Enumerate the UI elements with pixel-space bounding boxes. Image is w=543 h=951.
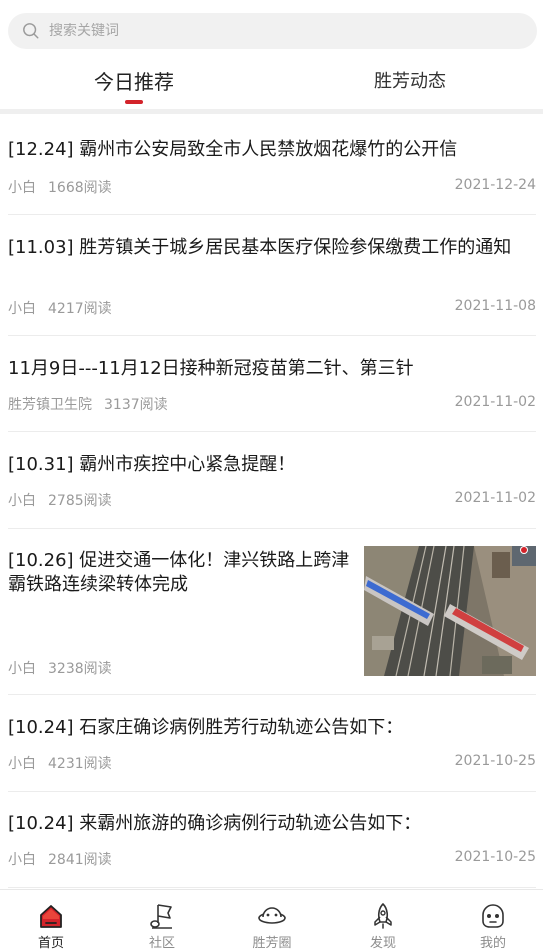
article-date: 2021-12-24 xyxy=(454,177,536,193)
article-author: 小白 xyxy=(8,180,36,196)
tab-shengfang-news[interactable]: 胜芳动态 xyxy=(340,60,480,106)
search-icon xyxy=(23,23,39,39)
article-reads: 3137阅读 xyxy=(104,397,168,413)
article-title: [10.26] 促进交通一体化！津兴铁路上跨津霸铁路连续梁转体完成 xyxy=(8,550,350,595)
railway-bridge-aerial-image xyxy=(364,546,536,676)
tab-bar: 今日推荐 胜芳动态 xyxy=(0,60,543,106)
article-author: 小白 xyxy=(8,301,36,317)
article-meta: 胜芳镇卫生院 3137阅读 xyxy=(8,394,168,414)
nav-label: 我的 xyxy=(479,936,506,951)
list-item[interactable]: [10.24] 石家庄确诊病例胜芳行动轨迹公告如下： 小白 4231阅读 2021… xyxy=(8,695,536,792)
article-title: [10.24] 来霸州旅游的确诊病例行动轨迹公告如下： xyxy=(8,813,422,834)
nav-label: 社区 xyxy=(148,936,175,951)
profile-icon xyxy=(482,904,504,928)
article-title: 11月9日---11月12日接种新冠疫苗第二针、第三针 xyxy=(8,358,414,379)
nav-home[interactable]: 首页 xyxy=(11,890,91,951)
article-author: 小白 xyxy=(8,661,36,677)
article-title: [10.24] 石家庄确诊病例胜芳行动轨迹公告如下： xyxy=(8,717,404,738)
article-reads: 4231阅读 xyxy=(48,756,112,772)
article-reads: 2841阅读 xyxy=(48,852,112,868)
tab-today-recommended[interactable]: 今日推荐 xyxy=(64,60,204,106)
nav-label: 首页 xyxy=(37,936,64,951)
nav-label: 发现 xyxy=(369,936,396,951)
article-date: 2021-11-08 xyxy=(454,298,536,314)
article-meta: 小白 4217阅读 xyxy=(8,298,112,318)
article-meta: 小白 3238阅读 xyxy=(8,658,112,678)
article-title: [11.03] 胜芳镇关于城乡居民基本医疗保险参保缴费工作的通知 xyxy=(8,237,512,258)
article-author: 小白 xyxy=(8,493,36,509)
article-meta: 小白 4231阅读 xyxy=(8,753,112,773)
article-date: 2021-10-25 xyxy=(454,849,536,865)
article-title: [12.24] 霸州市公安局致全市人民禁放烟花爆竹的公开信 xyxy=(8,139,458,160)
article-reads: 1668阅读 xyxy=(48,180,112,196)
tab-label: 今日推荐 xyxy=(94,70,174,94)
tab-label: 胜芳动态 xyxy=(374,71,446,92)
article-date: 2021-11-02 xyxy=(454,394,536,410)
article-meta: 小白 2841阅读 xyxy=(8,849,112,869)
article-reads: 4217阅读 xyxy=(48,301,112,317)
article-title: [10.31] 霸州市疾控中心紧急提醒！ xyxy=(8,454,296,475)
article-date: 2021-10-25 xyxy=(454,753,536,769)
list-item[interactable]: [11.03] 胜芳镇关于城乡居民基本医疗保险参保缴费工作的通知 小白 4217阅… xyxy=(8,215,536,336)
article-list: [12.24] 霸州市公安局致全市人民禁放烟花爆竹的公开信 小白 1668阅读 2… xyxy=(0,114,543,888)
flag-icon xyxy=(150,904,172,929)
article-meta: 小白 1668阅读 xyxy=(8,177,112,197)
list-item[interactable]: [10.26] 促进交通一体化！津兴铁路上跨津霸铁路连续梁转体完成 小白 3238… xyxy=(8,529,536,695)
list-item[interactable]: 11月9日---11月12日接种新冠疫苗第二针、第三针 胜芳镇卫生院 3137阅读… xyxy=(8,336,536,432)
article-date: 2021-11-02 xyxy=(454,490,536,506)
nav-label: 胜芳圈 xyxy=(252,936,292,951)
article-author: 小白 xyxy=(8,852,36,868)
article-reads: 3238阅读 xyxy=(48,661,112,677)
active-tab-indicator xyxy=(125,100,143,104)
nav-circle[interactable]: 胜芳圈 xyxy=(232,890,312,951)
search-input[interactable] xyxy=(49,23,489,39)
nav-profile[interactable]: 我的 xyxy=(453,890,533,951)
bottom-nav: 首页 社区 胜芳圈 发现 我的 xyxy=(0,889,543,951)
planet-icon xyxy=(258,907,286,924)
article-thumbnail[interactable] xyxy=(364,546,536,676)
search-bar[interactable] xyxy=(8,13,537,49)
list-item[interactable]: [10.31] 霸州市疾控中心紧急提醒！ 小白 2785阅读 2021-11-02 xyxy=(8,432,536,529)
article-author: 胜芳镇卫生院 xyxy=(8,397,92,413)
list-item[interactable]: [10.24] 来霸州旅游的确诊病例行动轨迹公告如下： 小白 2841阅读 202… xyxy=(8,792,536,888)
article-author: 小白 xyxy=(8,756,36,772)
article-reads: 2785阅读 xyxy=(48,493,112,509)
nav-community[interactable]: 社区 xyxy=(122,890,202,951)
nav-discover[interactable]: 发现 xyxy=(343,890,423,951)
list-item[interactable]: [12.24] 霸州市公安局致全市人民禁放烟花爆竹的公开信 小白 1668阅读 2… xyxy=(8,114,536,215)
rocket-icon xyxy=(374,903,392,929)
home-icon xyxy=(40,905,62,928)
article-meta: 小白 2785阅读 xyxy=(8,490,112,510)
